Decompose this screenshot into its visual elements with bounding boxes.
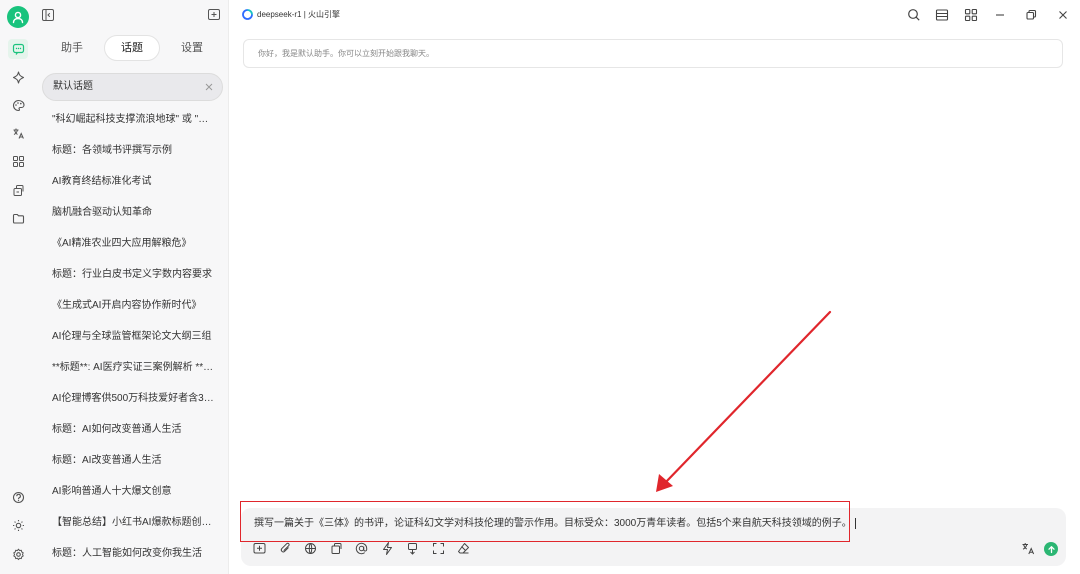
- clear-context-icon[interactable]: [405, 541, 420, 556]
- expand-icon[interactable]: [431, 541, 446, 556]
- list-item[interactable]: 默认话题: [42, 73, 223, 101]
- list-item[interactable]: AI影响普通人十大爆文创意: [42, 476, 223, 507]
- avatar[interactable]: [7, 6, 29, 28]
- topic-label: 默认话题: [53, 81, 93, 92]
- list-item[interactable]: AI伦理与全球监管框架论文大纲三组: [42, 321, 223, 352]
- layout-icon[interactable]: [934, 7, 950, 23]
- list-item[interactable]: 脑机融合驱动认知革命: [42, 197, 223, 228]
- folder-icon[interactable]: [8, 208, 28, 228]
- new-topic-icon[interactable]: [252, 541, 267, 556]
- list-item[interactable]: 【智能总结】小红书AI爆款标题创作指南: [42, 507, 223, 538]
- tab-settings[interactable]: 设置: [168, 35, 216, 61]
- list-item[interactable]: 标题：人工智能如何改变你我生活: [42, 538, 223, 569]
- eraser-icon[interactable]: [456, 541, 471, 556]
- sidebar: 助手 话题 设置 默认话题 "科幻崛起科技支撑流浪地球" 或 "科幻崛起科技支撑…: [36, 0, 229, 574]
- tab-assistant[interactable]: 助手: [48, 35, 96, 61]
- title-bar: deepseek-r1 | 火山引擎: [229, 0, 1080, 30]
- list-item[interactable]: 标题：AI如何改变普通人生活: [42, 414, 223, 445]
- settings-icon[interactable]: [8, 544, 28, 564]
- collapse-sidebar-icon[interactable]: [40, 7, 56, 23]
- chat-icon[interactable]: [8, 39, 28, 59]
- translate-icon[interactable]: [8, 123, 28, 143]
- list-item[interactable]: "科幻崛起科技支撑流浪地球" 或 "科幻崛起科技支撑流浪地球": [42, 104, 223, 135]
- avatar-icon: [12, 11, 24, 24]
- brightness-icon[interactable]: [8, 515, 28, 535]
- minimize-icon[interactable]: [992, 7, 1008, 23]
- palette-icon[interactable]: [8, 95, 28, 115]
- list-item[interactable]: AI伦理博客供500万科技爱好者含3医疗案例: [42, 383, 223, 414]
- list-item[interactable]: **标题**: AI医疗实证三案例解析 **拆解**: [42, 352, 223, 383]
- list-item[interactable]: 《AI精准农业四大应用解粮危》: [42, 228, 223, 259]
- assistant-greeting: 你好，我是默认助手。你可以立刻开始跟我聊天。: [243, 39, 1063, 68]
- tab-topics[interactable]: 话题: [104, 35, 160, 61]
- list-item[interactable]: 《生成式AI开启内容协作新时代》: [42, 290, 223, 321]
- text-caret: [854, 517, 856, 529]
- help-icon[interactable]: [8, 487, 28, 507]
- translate-icon[interactable]: [1021, 541, 1036, 556]
- list-item[interactable]: 标题：行业白皮书定义字数内容要求: [42, 259, 223, 290]
- search-icon[interactable]: [906, 7, 922, 23]
- attach-icon[interactable]: [278, 541, 293, 556]
- list-item[interactable]: AI教育终结标准化考试: [42, 166, 223, 197]
- topic-list: 默认话题 "科幻崛起科技支撑流浪地球" 或 "科幻崛起科技支撑流浪地球" 标题：…: [42, 73, 223, 569]
- mention-icon[interactable]: [354, 541, 369, 556]
- quick-phrase-icon[interactable]: [380, 541, 395, 556]
- close-icon[interactable]: [204, 82, 214, 92]
- new-topic-icon[interactable]: [206, 7, 222, 23]
- files-icon[interactable]: [8, 180, 28, 200]
- send-button[interactable]: [1044, 542, 1058, 556]
- restore-icon[interactable]: [1023, 7, 1039, 23]
- list-item[interactable]: 标题：各领域书评撰写示例: [42, 135, 223, 166]
- model-title[interactable]: deepseek-r1 | 火山引擎: [257, 9, 340, 20]
- send-icon: [1047, 545, 1055, 553]
- sidebar-tabs: 助手 话题 设置: [36, 35, 229, 61]
- apps-icon[interactable]: [963, 7, 979, 23]
- web-search-icon[interactable]: [303, 541, 318, 556]
- apps-icon[interactable]: [8, 151, 28, 171]
- icon-rail: [0, 0, 36, 574]
- sparkle-icon[interactable]: [8, 67, 28, 87]
- model-logo-icon: [242, 9, 253, 20]
- annotation-arrow: [656, 310, 832, 492]
- highlight-box: [240, 501, 850, 542]
- knowledge-icon[interactable]: [329, 541, 344, 556]
- list-item[interactable]: 标题：AI改变普通人生活: [42, 445, 223, 476]
- close-icon[interactable]: [1055, 7, 1071, 23]
